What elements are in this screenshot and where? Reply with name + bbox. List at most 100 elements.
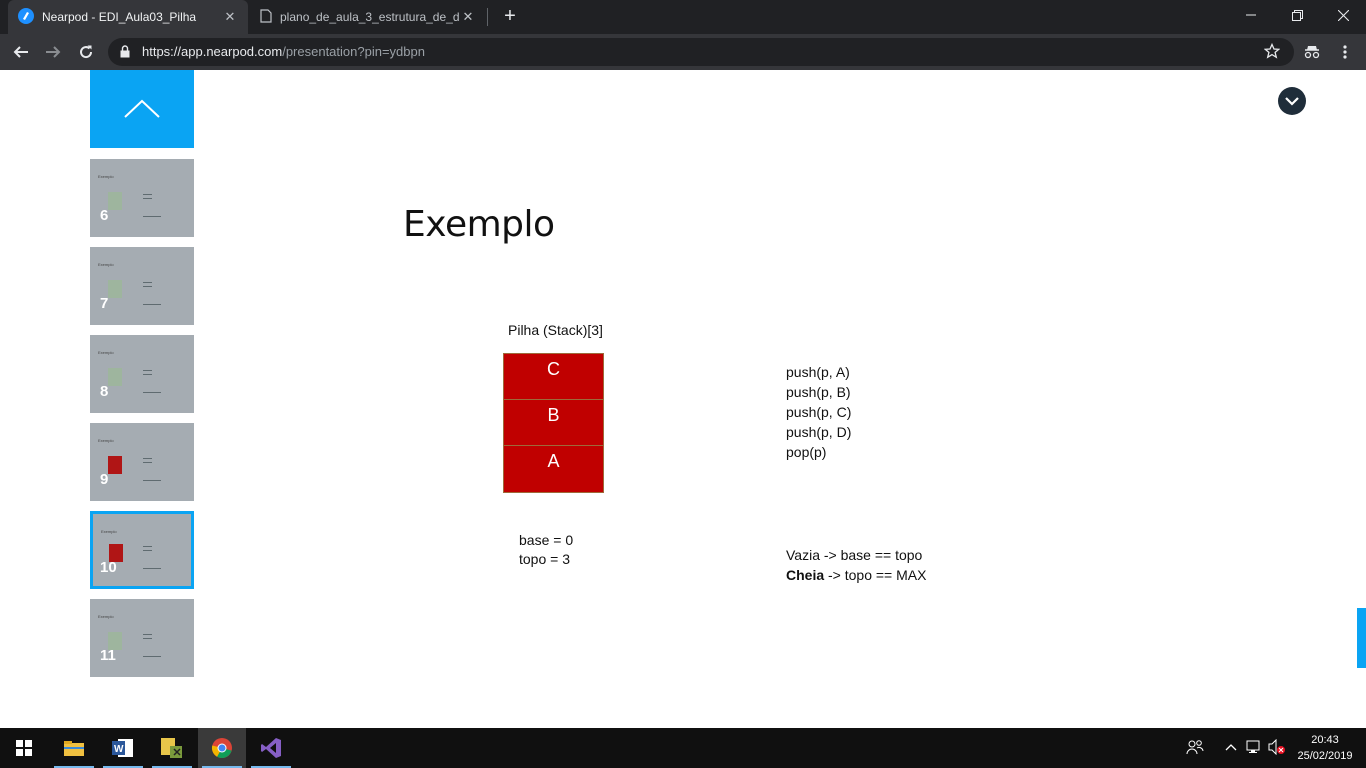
slide-thumbnail-6[interactable]: Exemplo 6: [90, 159, 194, 237]
show-hidden-icons-chevron-icon[interactable]: [1222, 738, 1240, 756]
stack-conditions: Vazia -> base == topo Cheia -> topo == M…: [786, 545, 926, 585]
bookmark-star-icon[interactable]: [1263, 42, 1281, 64]
thumbnail-text-line: [143, 282, 152, 283]
thumbnail-stack-graphic: [108, 368, 122, 386]
stack-caption: Pilha (Stack)[3]: [508, 322, 603, 338]
slide-thumbnail-9[interactable]: Exemplo 9: [90, 423, 194, 501]
slide-title: Exemplo: [403, 204, 555, 245]
thumbnail-stack-graphic: [108, 456, 122, 474]
slide-number: 6: [100, 207, 109, 224]
thumbnail-text-line: [143, 634, 152, 635]
menu-kebab-icon[interactable]: [1332, 39, 1358, 65]
full-condition: Cheia -> topo == MAX: [786, 565, 926, 585]
stack-diagram: C B A: [503, 353, 604, 493]
thumbnail-title: Exemplo: [98, 174, 114, 179]
thumbnail-text-line: [143, 568, 161, 569]
full-rule: -> topo == MAX: [824, 567, 927, 583]
thumbnail-text-line: [143, 656, 161, 657]
slide-thumbnail-11[interactable]: Exemplo 11: [90, 599, 194, 677]
slide-thumbnail-10[interactable]: Exemplo 10: [90, 511, 194, 589]
restore-icon[interactable]: [1274, 0, 1320, 30]
full-label: Cheia: [786, 567, 825, 583]
system-clock[interactable]: 20:43 25/02/2019: [1290, 732, 1360, 764]
thumbnail-text-line: [143, 550, 152, 551]
slide-thumbnail-8[interactable]: Exemplo 8: [90, 335, 194, 413]
base-value: base = 0: [519, 532, 574, 548]
back-arrow-icon[interactable]: [8, 39, 34, 65]
thumbnail-text-line: [143, 370, 152, 371]
operation-line: push(p, C): [786, 404, 852, 420]
scroll-up-button[interactable]: [90, 70, 194, 148]
slide-number: 11: [100, 647, 116, 664]
thumbnail-stack-graphic: [108, 280, 122, 298]
file-explorer-icon[interactable]: [50, 728, 98, 768]
thumbnail-text-line: [143, 462, 152, 463]
operation-line: push(p, D): [786, 424, 852, 440]
url-text: https://app.nearpod.com/presentation?pin…: [142, 44, 425, 59]
people-icon[interactable]: [1186, 738, 1204, 756]
thumbnail-text-line: [143, 304, 161, 305]
thumbnail-title: Exemplo: [98, 438, 114, 443]
forward-arrow-icon[interactable]: [40, 39, 66, 65]
thumbnail-text-line: [143, 374, 152, 375]
tab-title: Nearpod - EDI_Aula03_Pilha: [42, 10, 197, 24]
scrollbar-thumb[interactable]: [1357, 608, 1366, 668]
thumbnail-title: Exemplo: [101, 529, 117, 534]
slide-number: 10: [100, 559, 117, 576]
clock-date: 25/02/2019: [1297, 750, 1353, 762]
lock-icon: [120, 45, 130, 63]
new-tab-plus-icon[interactable]: +: [500, 5, 520, 27]
incognito-glasses-icon[interactable]: [1299, 39, 1325, 65]
document-favicon-icon: [260, 8, 272, 26]
slide-number: 7: [100, 295, 109, 312]
minimize-icon[interactable]: [1228, 0, 1274, 30]
operation-line: push(p, A): [786, 364, 850, 380]
tab-title: plano_de_aula_3_estrutura_de_da: [280, 10, 460, 24]
thumbnail-title: Exemplo: [98, 350, 114, 355]
clock-time: 20:43: [1311, 734, 1339, 746]
slide-thumbnail-7[interactable]: Exemplo 7: [90, 247, 194, 325]
tab-nearpod[interactable]: Nearpod - EDI_Aula03_Pilha ✕: [8, 0, 248, 34]
windows-start-icon[interactable]: [0, 728, 48, 768]
operations-list: push(p, A) push(p, B) push(p, C) push(p,…: [786, 362, 851, 462]
slide-number: 9: [100, 471, 109, 488]
thumbnail-text-line: [143, 458, 152, 459]
thumbnail-text-line: [143, 546, 152, 547]
thumbnail-text-line: [143, 194, 152, 195]
thumbnail-text-line: [143, 638, 152, 639]
topo-value: topo = 3: [519, 551, 570, 567]
tab-separator: [487, 8, 488, 26]
thumbnail-text-line: [143, 286, 152, 287]
url-host: https://app.nearpod.com: [142, 44, 283, 59]
empty-condition: Vazia -> base == topo: [786, 547, 923, 563]
thumbnail-title: Exemplo: [98, 262, 114, 267]
browser-tab-strip: Nearpod - EDI_Aula03_Pilha ✕ plano_de_au…: [0, 0, 1366, 34]
collapse-toggle-button[interactable]: [1278, 87, 1306, 115]
nearpod-favicon-icon: [18, 7, 34, 27]
browser-toolbar: https://app.nearpod.com/presentation?pin…: [0, 34, 1366, 70]
volume-muted-icon[interactable]: [1268, 738, 1286, 756]
tab-plano-de-aula[interactable]: plano_de_aula_3_estrutura_de_da ✕: [250, 0, 486, 34]
address-bar[interactable]: https://app.nearpod.com/presentation?pin…: [108, 38, 1294, 66]
visual-studio-icon[interactable]: [247, 728, 295, 768]
stack-cell-bottom: A: [504, 446, 603, 492]
tools-app-icon[interactable]: [148, 728, 196, 768]
operation-line: pop(p): [786, 444, 827, 460]
tab-close-icon[interactable]: ✕: [460, 9, 476, 25]
tab-close-icon[interactable]: ✕: [222, 9, 238, 25]
word-icon[interactable]: W: [99, 728, 147, 768]
network-icon[interactable]: [1246, 738, 1264, 756]
thumbnail-text-line: [143, 216, 161, 217]
stack-cell-middle: B: [504, 400, 603, 446]
svg-text:W: W: [114, 744, 124, 755]
windows-taskbar: W 20:43 25/02/2019: [0, 728, 1366, 768]
chrome-icon[interactable]: [198, 728, 246, 768]
reload-icon[interactable]: [73, 39, 99, 65]
close-window-icon[interactable]: [1320, 0, 1366, 30]
url-path: /presentation?pin=ydbpn: [282, 44, 425, 59]
stack-cell-top: C: [504, 354, 603, 400]
operation-line: push(p, B): [786, 384, 851, 400]
thumbnail-text-line: [143, 392, 161, 393]
thumbnail-text-line: [143, 480, 161, 481]
stack-variables: base = 0 topo = 3: [519, 531, 573, 569]
